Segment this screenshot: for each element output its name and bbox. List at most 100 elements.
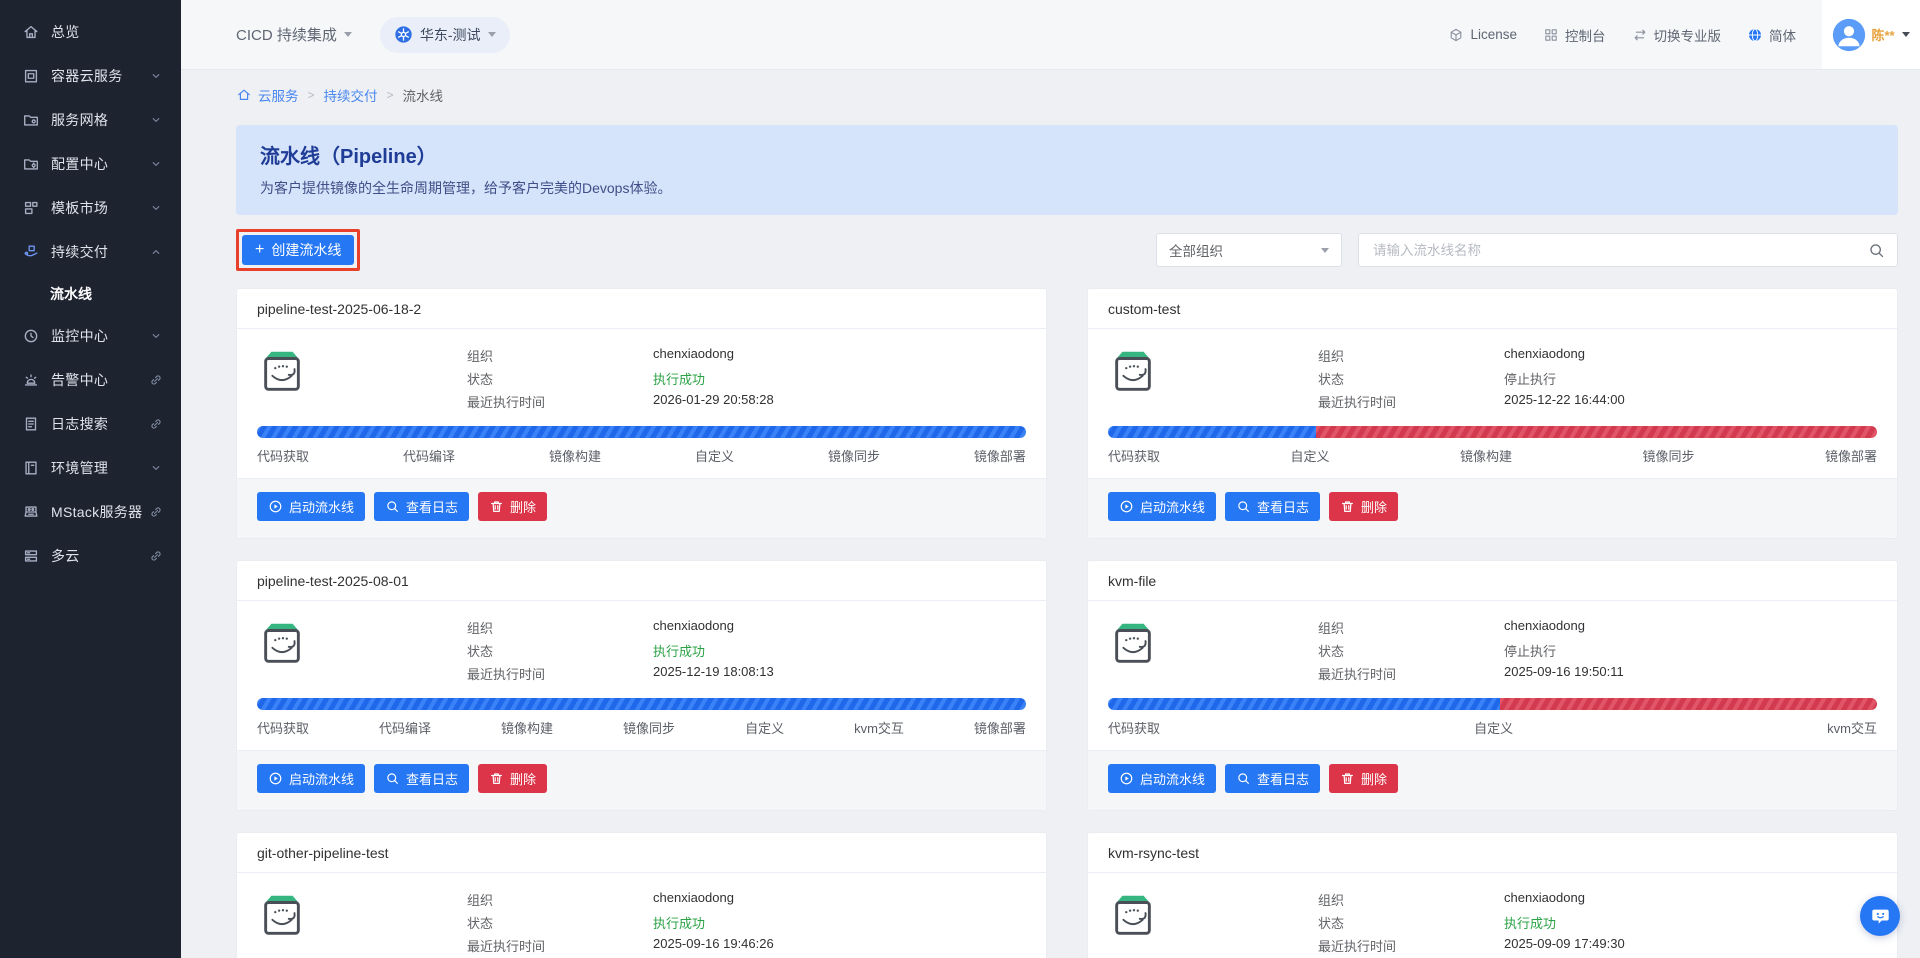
sidebar-item-monitor-center[interactable]: 监控中心 xyxy=(0,314,181,358)
pipeline-info: 组织 chenxiaodong 状态 停止执行 最近执行时间 2025-09-1… xyxy=(1318,618,1877,683)
pipeline-grid: pipeline-test-2025-06-18-2 xyxy=(236,288,1898,958)
status-value: 执行成功 xyxy=(653,913,1026,932)
user-name: 陈** xyxy=(1871,25,1894,44)
stage-label: 镜像构建 xyxy=(549,446,601,465)
product-switcher[interactable]: CICD 持续集成 xyxy=(236,24,352,45)
link-icon xyxy=(149,505,163,519)
switch-pro-link[interactable]: 切换专业版 xyxy=(1632,25,1722,45)
home-icon xyxy=(22,23,40,41)
view-logs-button[interactable]: 查看日志 xyxy=(1225,492,1320,521)
create-pipeline-button[interactable]: + 创建流水线 xyxy=(242,235,354,265)
status-value: 执行成功 xyxy=(653,641,1026,660)
sidebar-item-overview[interactable]: 总览 xyxy=(0,10,181,54)
grid-icon xyxy=(1543,27,1559,43)
status-label: 状态 xyxy=(467,641,653,660)
progress-success-segment xyxy=(1108,426,1316,438)
pipeline-card: kvm-file xyxy=(1087,560,1898,811)
pipeline-info: 组织 chenxiaodong 状态 执行成功 最近执行时间 2025-09-1… xyxy=(467,890,1026,955)
last-run-label: 最近执行时间 xyxy=(1318,664,1504,683)
last-run-label: 最近执行时间 xyxy=(467,936,653,955)
magnifier-icon xyxy=(385,771,400,786)
delete-button[interactable]: 删除 xyxy=(478,492,547,521)
pipeline-progress-bar xyxy=(257,698,1026,710)
sidebar-item-config-center[interactable]: 配置中心 xyxy=(0,142,181,186)
pipeline-card: pipeline-test-2025-06-18-2 xyxy=(236,288,1047,539)
start-pipeline-button[interactable]: 启动流水线 xyxy=(257,492,365,521)
progress-failed-segment xyxy=(1500,698,1877,710)
org-value: chenxiaodong xyxy=(1504,618,1877,637)
language-toggle[interactable]: 简体 xyxy=(1747,25,1796,45)
org-label: 组织 xyxy=(467,890,653,909)
breadcrumb-cloud-service[interactable]: 云服务 xyxy=(258,85,299,105)
breadcrumb-continuous-delivery[interactable]: 持续交付 xyxy=(324,85,378,105)
sidebar-item-continuous-delivery[interactable]: 持续交付 xyxy=(0,230,181,274)
org-value: chenxiaodong xyxy=(653,890,1026,909)
license-link[interactable]: License xyxy=(1448,27,1517,43)
view-logs-button[interactable]: 查看日志 xyxy=(374,764,469,793)
stage-label: 代码获取 xyxy=(257,446,309,465)
search-input[interactable] xyxy=(1371,242,1868,259)
sidebar-item-alarm-center[interactable]: 告警中心 xyxy=(0,358,181,402)
stage-label: 代码编译 xyxy=(379,718,431,737)
progress-failed-segment xyxy=(1316,426,1877,438)
pipeline-name: pipeline-test-2025-06-18-2 xyxy=(257,301,421,317)
stage-label: 代码编译 xyxy=(403,446,455,465)
trash-icon xyxy=(489,499,504,514)
sidebar-item-container-cloud[interactable]: 容器云服务 xyxy=(0,54,181,98)
stage-label: 镜像部署 xyxy=(974,718,1026,737)
pipeline-container-icon xyxy=(1108,618,1158,668)
kubernetes-icon xyxy=(394,25,413,44)
magnifier-icon xyxy=(1236,771,1251,786)
content-area: 云服务 > 持续交付 > 流水线 流水线（Pipeline） 为客户提供镜像的全… xyxy=(181,70,1920,958)
pipeline-stages: 代码获取自定义镜像构建镜像同步镜像部署 xyxy=(1108,446,1877,465)
stage-label: 镜像构建 xyxy=(501,718,553,737)
sidebar-subitem-pipeline[interactable]: 流水线 xyxy=(0,274,181,314)
stage-label: 代码获取 xyxy=(257,718,309,737)
pipeline-stages: 代码获取代码编译镜像构建自定义镜像同步镜像部署 xyxy=(257,446,1026,465)
sidebar: 总览容器云服务服务网格配置中心模板市场持续交付流水线监控中心告警中心日志搜索环境… xyxy=(0,0,181,958)
sidebar-item-template-market[interactable]: 模板市场 xyxy=(0,186,181,230)
log-search-icon xyxy=(22,415,40,433)
delete-button[interactable]: 删除 xyxy=(1329,764,1398,793)
chevron-down-icon xyxy=(149,113,163,127)
user-menu[interactable]: 陈** xyxy=(1822,0,1920,69)
stage-label: 自定义 xyxy=(745,718,784,737)
start-pipeline-button[interactable]: 启动流水线 xyxy=(1108,764,1216,793)
trash-icon xyxy=(1340,771,1355,786)
alarm-center-icon xyxy=(22,371,40,389)
status-label: 状态 xyxy=(1318,369,1504,388)
delete-button[interactable]: 删除 xyxy=(1329,492,1398,521)
sidebar-item-service-mesh[interactable]: 服务网格 xyxy=(0,98,181,142)
link-icon xyxy=(149,417,163,431)
home-icon[interactable] xyxy=(236,87,252,103)
status-value: 停止执行 xyxy=(1504,641,1877,660)
last-run-value: 2025-09-16 19:46:26 xyxy=(653,936,1026,955)
stage-label: 自定义 xyxy=(1474,718,1513,737)
play-icon xyxy=(1119,499,1134,514)
product-switcher-label: CICD 持续集成 xyxy=(236,24,337,45)
breadcrumb-separator: > xyxy=(387,88,394,102)
search-icon[interactable] xyxy=(1868,242,1885,259)
console-link[interactable]: 控制台 xyxy=(1543,25,1606,45)
breadcrumb-pipeline: 流水线 xyxy=(403,85,444,105)
chat-support-button[interactable] xyxy=(1860,896,1900,936)
stage-label: 镜像部署 xyxy=(974,446,1026,465)
sidebar-item-mstack-server[interactable]: MStack服务器 xyxy=(0,490,181,534)
start-pipeline-button[interactable]: 启动流水线 xyxy=(1108,492,1216,521)
cluster-selector[interactable]: 华东-测试 xyxy=(380,17,510,53)
org-filter-select[interactable]: 全部组织 xyxy=(1156,233,1342,267)
delete-button[interactable]: 删除 xyxy=(478,764,547,793)
start-pipeline-button[interactable]: 启动流水线 xyxy=(257,764,365,793)
sidebar-item-multi-cloud[interactable]: 多云 xyxy=(0,534,181,578)
filters: 全部组织 xyxy=(1156,233,1898,267)
pipeline-container-icon xyxy=(257,346,307,396)
org-label: 组织 xyxy=(467,618,653,637)
view-logs-button[interactable]: 查看日志 xyxy=(1225,764,1320,793)
sidebar-item-log-search[interactable]: 日志搜索 xyxy=(0,402,181,446)
stage-label: 镜像同步 xyxy=(1642,446,1694,465)
last-run-label: 最近执行时间 xyxy=(1318,936,1504,955)
view-logs-button[interactable]: 查看日志 xyxy=(374,492,469,521)
pipeline-info: 组织 chenxiaodong 状态 停止执行 最近执行时间 2025-12-2… xyxy=(1318,346,1877,411)
mstack-server-icon xyxy=(22,503,40,521)
sidebar-item-env-management[interactable]: 环境管理 xyxy=(0,446,181,490)
